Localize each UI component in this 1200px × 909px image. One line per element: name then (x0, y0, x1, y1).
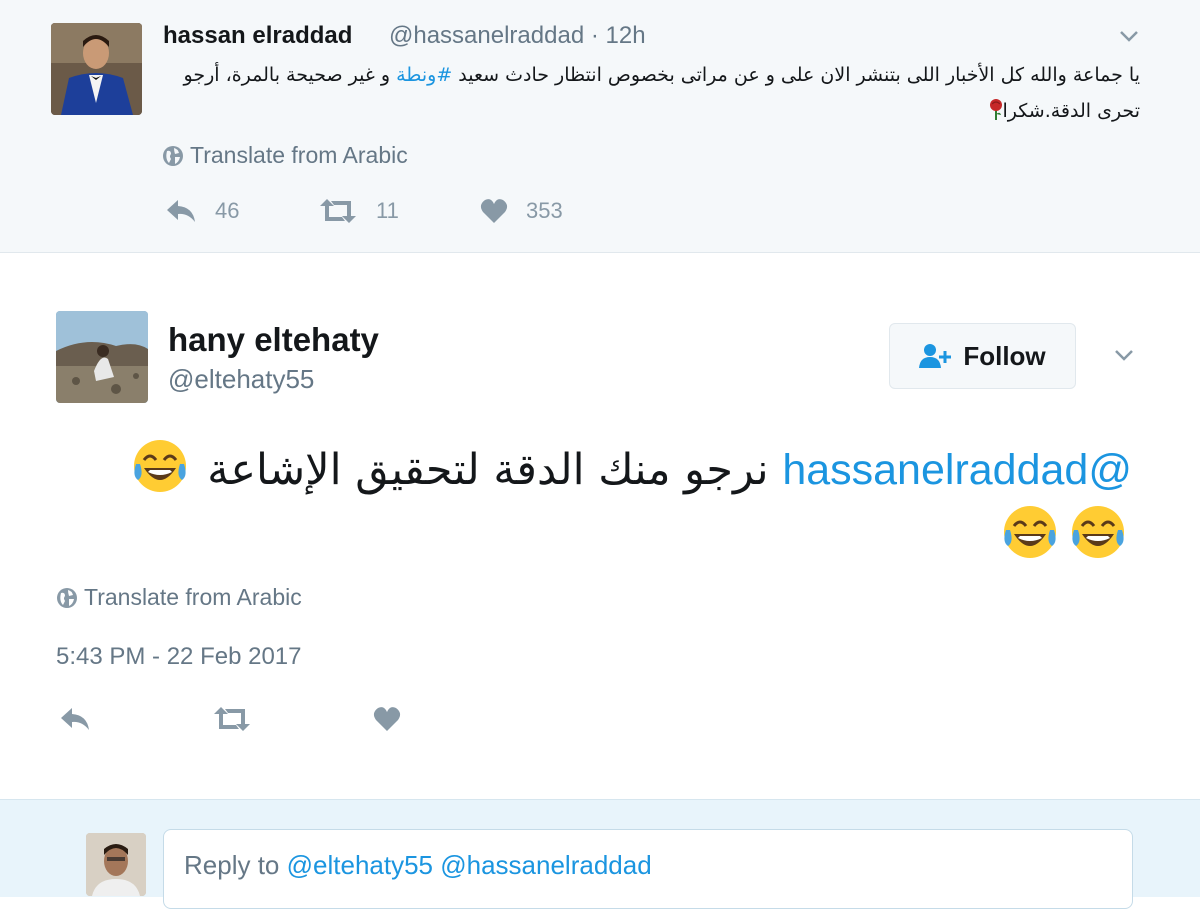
parent-tweet[interactable]: hassan elraddad @hassanelraddad · 12h يا… (0, 0, 1200, 253)
rose-emoji (989, 99, 1002, 120)
chevron-down-icon[interactable] (1117, 24, 1141, 48)
tears-of-joy-emoji (133, 440, 186, 492)
parent-time[interactable]: 12h (606, 22, 646, 49)
retweet-action[interactable] (212, 706, 252, 732)
retweet-icon (214, 707, 250, 731)
like-action[interactable] (372, 706, 402, 732)
heart-icon (373, 707, 401, 731)
retweet-action[interactable]: 11 (318, 198, 399, 224)
tweet-author-name[interactable]: hany eltehaty (168, 321, 379, 359)
tears-of-joy-emoji (1004, 506, 1056, 558)
heart-icon (480, 199, 508, 223)
reply-action[interactable]: 46 (165, 198, 239, 224)
reply-icon (61, 708, 89, 730)
reply-placeholder[interactable]: Reply to @eltehaty55 @hassanelraddad (184, 850, 652, 881)
chevron-down-icon[interactable] (1112, 343, 1136, 367)
tweet-text: @hassanelraddad نرجو منك الدقة لتحقيق ال… (100, 436, 1132, 568)
hashtag-link[interactable]: #ونطة (396, 64, 452, 86)
retweet-icon (320, 199, 356, 223)
translate-link[interactable]: Translate from Arabic (56, 584, 302, 611)
follow-person-icon (919, 344, 952, 368)
parent-tweet-text: يا جماعة والله كل الأخبار اللى بتنشر الا… (183, 64, 1140, 122)
globe-icon (57, 587, 77, 608)
current-user-avatar[interactable] (86, 833, 146, 896)
parent-author-name[interactable]: hassan elraddad (163, 22, 352, 50)
mention-link[interactable]: @hassanelraddad (782, 446, 1132, 494)
reply-action[interactable] (58, 706, 92, 732)
retweet-count: 11 (376, 198, 399, 223)
follow-label: Follow (963, 340, 1046, 371)
globe-icon (163, 145, 183, 166)
tears-of-joy-emoji (1072, 506, 1124, 558)
reply-icon (167, 200, 195, 222)
translate-link[interactable]: Translate from Arabic (162, 142, 408, 169)
tweet-timestamp[interactable]: 5:43 PM - 22 Feb 2017 (56, 643, 301, 671)
parent-author-avatar[interactable] (51, 23, 142, 115)
translate-label[interactable]: Translate from Arabic (190, 142, 408, 169)
parent-author-handle[interactable]: @hassanelraddad · 12h (389, 22, 646, 50)
reply-count: 46 (215, 198, 240, 223)
tweet-author-handle[interactable]: @eltehaty55 (168, 364, 314, 395)
translate-label[interactable]: Translate from Arabic (84, 584, 302, 611)
follow-button[interactable]: Follow (889, 323, 1076, 389)
tweet-author-avatar[interactable] (56, 311, 148, 403)
like-count: 353 (526, 198, 563, 223)
like-action[interactable]: 353 (480, 198, 563, 224)
